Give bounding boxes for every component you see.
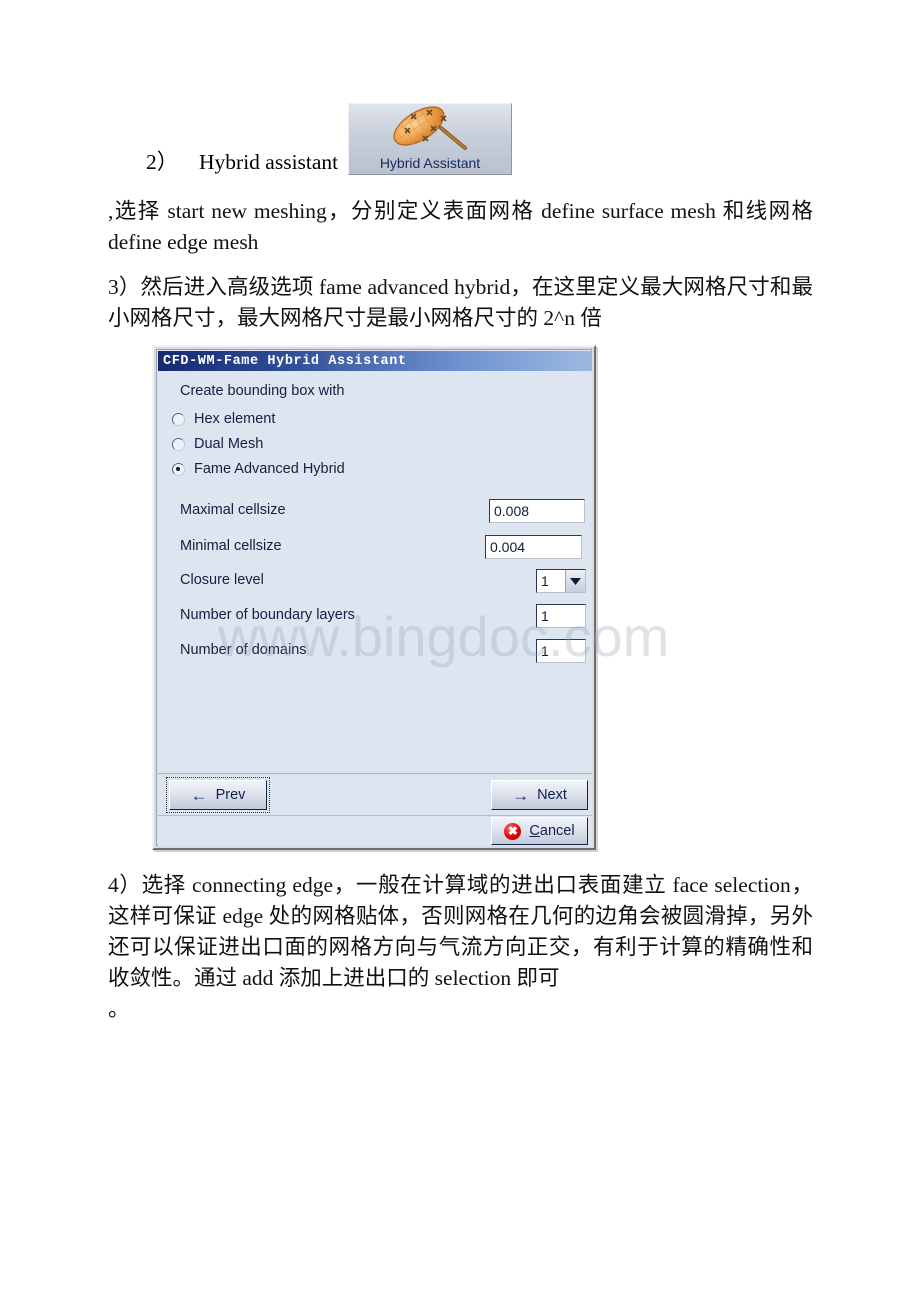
field-row-closure-level: Closure level 1 [158,569,592,595]
step-2-row: 2） Hybrid assistant Hybrid Assistant [108,103,808,183]
step-2-number: 2） [146,150,179,174]
chevron-down-icon[interactable] [565,570,585,592]
dialog-bottom-strip: ✖ Cancel [158,816,592,846]
radio-label-hex-element: Hex element [194,411,276,427]
field-row-number-of-domains: Number of domains 1 [158,639,592,665]
dialog-titlebar[interactable]: CFD-WM-Fame Hybrid Assistant [158,351,592,371]
input-number-of-domains[interactable]: 1 [536,639,586,663]
field-row-minimal-cellsize: Minimal cellsize 0.004 [158,535,592,561]
field-row-maximal-cellsize: Maximal cellsize 0.008 [158,499,592,525]
error-x-icon: ✖ [504,822,522,840]
paragraph-step-4-tail: 。 [108,997,130,1021]
hybrid-assistant-toolbar-button[interactable]: Hybrid Assistant [348,103,512,175]
radio-indicator-hex-element [172,412,185,426]
radio-label-fame-advanced-hybrid: Fame Advanced Hybrid [194,461,345,477]
step-2-label: 2） Hybrid assistant [146,145,338,176]
paragraph-step-4: 4）选择 connecting edge，一般在计算域的进出口表面建立 face… [108,870,813,1025]
label-number-of-domains: Number of domains [180,642,307,658]
cancel-label-rest: ancel [539,823,575,839]
radio-indicator-fame-advanced-hybrid [172,462,185,476]
dialog-inner-frame: CFD-WM-Fame Hybrid Assistant Create boun… [156,349,592,846]
label-maximal-cellsize: Maximal cellsize [180,502,286,518]
arrow-left-icon: ← [190,785,208,805]
step-2-text: Hybrid assistant [199,150,339,174]
dialog-nav-strip: ← Prev → Next [158,774,592,816]
mesh-paddle-icon [349,106,511,152]
cancel-button[interactable]: ✖ Cancel [491,817,588,845]
prev-button-label: Prev [215,787,246,803]
select-closure-level[interactable]: 1 [536,569,586,593]
input-number-of-boundary-layers[interactable]: 1 [536,604,586,628]
cancel-accelerator-letter: C [529,823,540,839]
radio-hex-element[interactable]: Hex element [172,410,275,428]
cancel-button-label: Cancel [529,823,574,839]
field-row-boundary-layers: Number of boundary layers 1 [158,604,592,630]
paragraph-step-4-body: 4）选择 connecting edge，一般在计算域的进出口表面建立 face… [108,873,813,990]
paragraph-step-3: 3）然后进入高级选项 fame advanced hybrid，在这里定义最大网… [108,275,813,330]
create-bounding-box-label: Create bounding box with [180,383,345,399]
arrow-right-icon: → [512,785,530,805]
radio-indicator-dual-mesh [172,437,185,451]
paragraph-select-meshing: ,选择 start new meshing，分别定义表面网格 define su… [108,199,813,254]
dialog-body-panel: Create bounding box with Hex element Dua… [158,371,592,774]
radio-dual-mesh[interactable]: Dual Mesh [172,435,263,453]
toolbar-button-label: Hybrid Assistant [379,155,481,171]
fame-hybrid-assistant-dialog: CFD-WM-Fame Hybrid Assistant Create boun… [152,345,596,850]
radio-label-dual-mesh: Dual Mesh [194,436,264,452]
label-closure-level: Closure level [180,572,264,588]
next-button[interactable]: → Next [491,780,588,810]
radio-fame-advanced-hybrid[interactable]: Fame Advanced Hybrid [172,460,345,478]
input-minimal-cellsize[interactable]: 0.004 [485,535,582,559]
label-number-of-boundary-layers: Number of boundary layers [180,607,355,623]
dialog-title: CFD-WM-Fame Hybrid Assistant [163,353,407,369]
input-maximal-cellsize[interactable]: 0.008 [489,499,585,523]
prev-button[interactable]: ← Prev [166,777,270,813]
label-minimal-cellsize: Minimal cellsize [180,538,282,554]
select-closure-level-value: 1 [541,573,549,589]
next-button-label: Next [537,787,567,803]
